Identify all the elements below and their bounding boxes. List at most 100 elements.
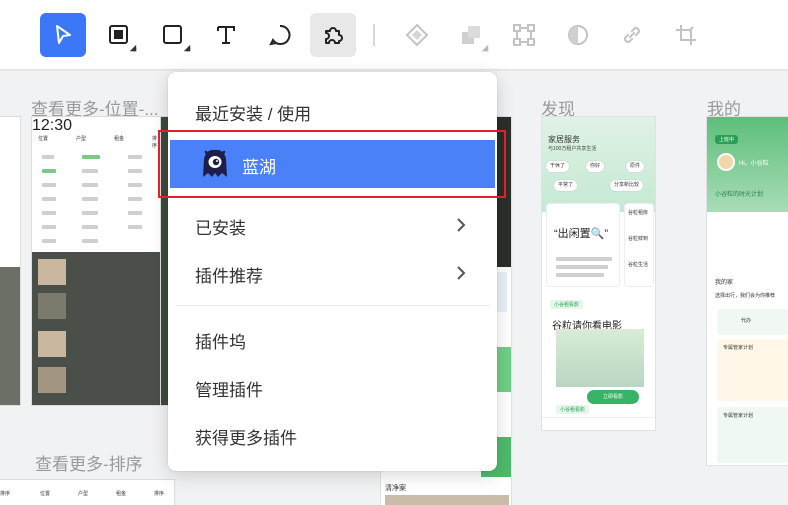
text-line — [556, 265, 608, 269]
frame-sort[interactable]: 排序 位置 户型 租金 排序 — [0, 479, 175, 505]
filter-rent[interactable]: 租金 — [114, 135, 124, 142]
filter-option — [42, 169, 56, 173]
frame-icon — [109, 25, 128, 44]
mine-badge: 上班中 — [715, 135, 739, 144]
discover-title: 家居服务 — [548, 135, 580, 144]
plugin-tool-button[interactable] — [310, 13, 356, 57]
filter-option — [82, 197, 98, 201]
mine-plan: 小谷粒的时光计划 — [715, 192, 764, 198]
menu-item-label: 蓝湖 — [242, 158, 276, 177]
text-line — [556, 257, 612, 261]
avatar[interactable] — [717, 153, 735, 171]
filter-option — [42, 197, 56, 201]
listing-photo — [38, 367, 66, 393]
filter-layout[interactable]: 户型 — [78, 490, 88, 497]
side-card-label: 谷粒鲜到 — [628, 236, 649, 242]
filter-option — [128, 197, 142, 201]
chip[interactable]: 平常了 — [554, 180, 578, 191]
mine-card[interactable]: 代办 — [717, 309, 788, 335]
filter-option — [128, 169, 142, 173]
text-icon — [217, 26, 235, 44]
plugin-icon — [325, 27, 343, 44]
listing-photo — [38, 259, 66, 285]
filter-option — [82, 183, 98, 187]
filter-sort[interactable]: 排序 — [154, 490, 164, 497]
mine-card-label: 专属管家计划 — [723, 345, 754, 351]
watch-movie-button[interactable]: 立即看影 — [587, 390, 639, 404]
rectangle-tool-button[interactable] — [150, 13, 196, 57]
dropdown-corner-icon — [183, 44, 191, 52]
menu-item-more[interactable]: 获得更多插件 — [168, 413, 497, 457]
frame-discover[interactable]: 12:30 家居服务 与100万租户共享生活 干休了 你好 原件 平常了 分享新… — [541, 116, 656, 431]
menu-item-label: 管理插件 — [195, 381, 263, 400]
chip-row: 干休了 你好 原件 平常了 分享新比较 — [546, 161, 654, 191]
side-card-label: 谷粒生活 — [628, 262, 649, 268]
chevron-right-icon — [457, 218, 466, 232]
frame-mine[interactable]: 上班中 Hi，小谷粒 小谷粒的时光计划 我的家 选择出行，我们会为你推荐 代办 … — [706, 116, 788, 466]
link-tool-button[interactable] — [609, 13, 655, 57]
filter-location[interactable]: 位置 — [38, 135, 48, 142]
frame-phone-2[interactable]: 12:30 位置 户型 租金 排序 — [31, 116, 163, 406]
menu-item-label: 插件坞 — [195, 333, 246, 352]
filter-option — [82, 239, 98, 243]
mask-tool-button[interactable] — [555, 13, 601, 57]
mine-card-label: 专属管家计划 — [723, 413, 754, 419]
filter-option — [42, 225, 56, 229]
frame-title-view-more-sort[interactable]: 查看更多-排序 — [35, 450, 143, 475]
boolean-icon — [462, 26, 480, 44]
text-tool-button[interactable] — [203, 13, 249, 57]
menu-item-recommended[interactable]: 插件推荐 — [168, 251, 497, 295]
chip[interactable]: 你好 — [586, 161, 605, 172]
lanhu-app-icon — [203, 149, 227, 177]
chip[interactable]: 原件 — [626, 161, 645, 172]
discover-tag: 小谷租看影 — [556, 405, 590, 414]
filter-option — [42, 183, 56, 187]
listing-photo — [38, 293, 66, 319]
boolean-tool-button[interactable] — [448, 13, 494, 57]
toolbar-divider — [373, 24, 375, 46]
filter-option — [128, 183, 142, 187]
component-tool-button[interactable] — [394, 13, 440, 57]
select-arrow-icon — [56, 25, 71, 44]
side-cards[interactable]: 谷粒租房 谷粒鲜到 谷粒生活 — [624, 203, 654, 287]
plugin-menu: 最近安装 / 使用 蓝湖 已安装 插件推荐 插件坞 管理插件 获得更多插件 — [168, 72, 497, 471]
caption: 清净案 — [385, 485, 406, 492]
chip[interactable]: 干休了 — [546, 161, 570, 172]
path-edit-icon — [513, 24, 535, 46]
filter-option — [128, 225, 142, 229]
menu-item-lanhu[interactable]: 蓝湖 — [170, 140, 495, 188]
mine-greeting: Hi，小谷粒 — [739, 161, 769, 167]
filter-sort[interactable]: 排序 — [0, 490, 10, 497]
toolbar — [0, 0, 788, 70]
menu-item-dock[interactable]: 插件坞 — [168, 317, 497, 361]
menu-item-label: 获得更多插件 — [195, 429, 297, 448]
menu-item-manage[interactable]: 管理插件 — [168, 365, 497, 409]
mine-section: 我的家 — [715, 280, 734, 286]
discover-tag: 小谷租看影 — [550, 300, 584, 309]
mine-card[interactable]: 专属管家计划 — [717, 339, 788, 401]
filter-location[interactable]: 位置 — [40, 490, 50, 497]
comment-tool-button[interactable] — [257, 13, 303, 57]
menu-divider — [176, 305, 489, 306]
mask-icon — [568, 25, 588, 45]
component-icon — [405, 23, 429, 47]
menu-item-installed[interactable]: 已安装 — [168, 203, 497, 247]
rectangle-icon — [163, 25, 182, 44]
chip[interactable]: 分享新比较 — [610, 180, 644, 191]
status-time: 12:30 — [32, 117, 73, 134]
mine-card[interactable]: 专属管家计划 — [717, 407, 788, 463]
select-tool-button[interactable] — [40, 13, 86, 57]
crop-tool-button[interactable] — [663, 13, 709, 57]
crop-icon — [676, 25, 696, 45]
filter-rent[interactable]: 租金 — [116, 490, 126, 497]
filter-layout[interactable]: 户型 — [76, 135, 86, 142]
comment-icon — [269, 24, 291, 46]
menu-item-label: 已安装 — [195, 219, 246, 238]
frame-phone-1[interactable] — [0, 116, 21, 406]
filter-option — [82, 211, 98, 215]
frame-tool-button[interactable] — [96, 13, 142, 57]
path-edit-tool-button[interactable] — [501, 13, 547, 57]
listing-photo — [0, 267, 20, 405]
filter-option — [42, 211, 56, 215]
side-card-label: 谷粒租房 — [628, 210, 649, 216]
